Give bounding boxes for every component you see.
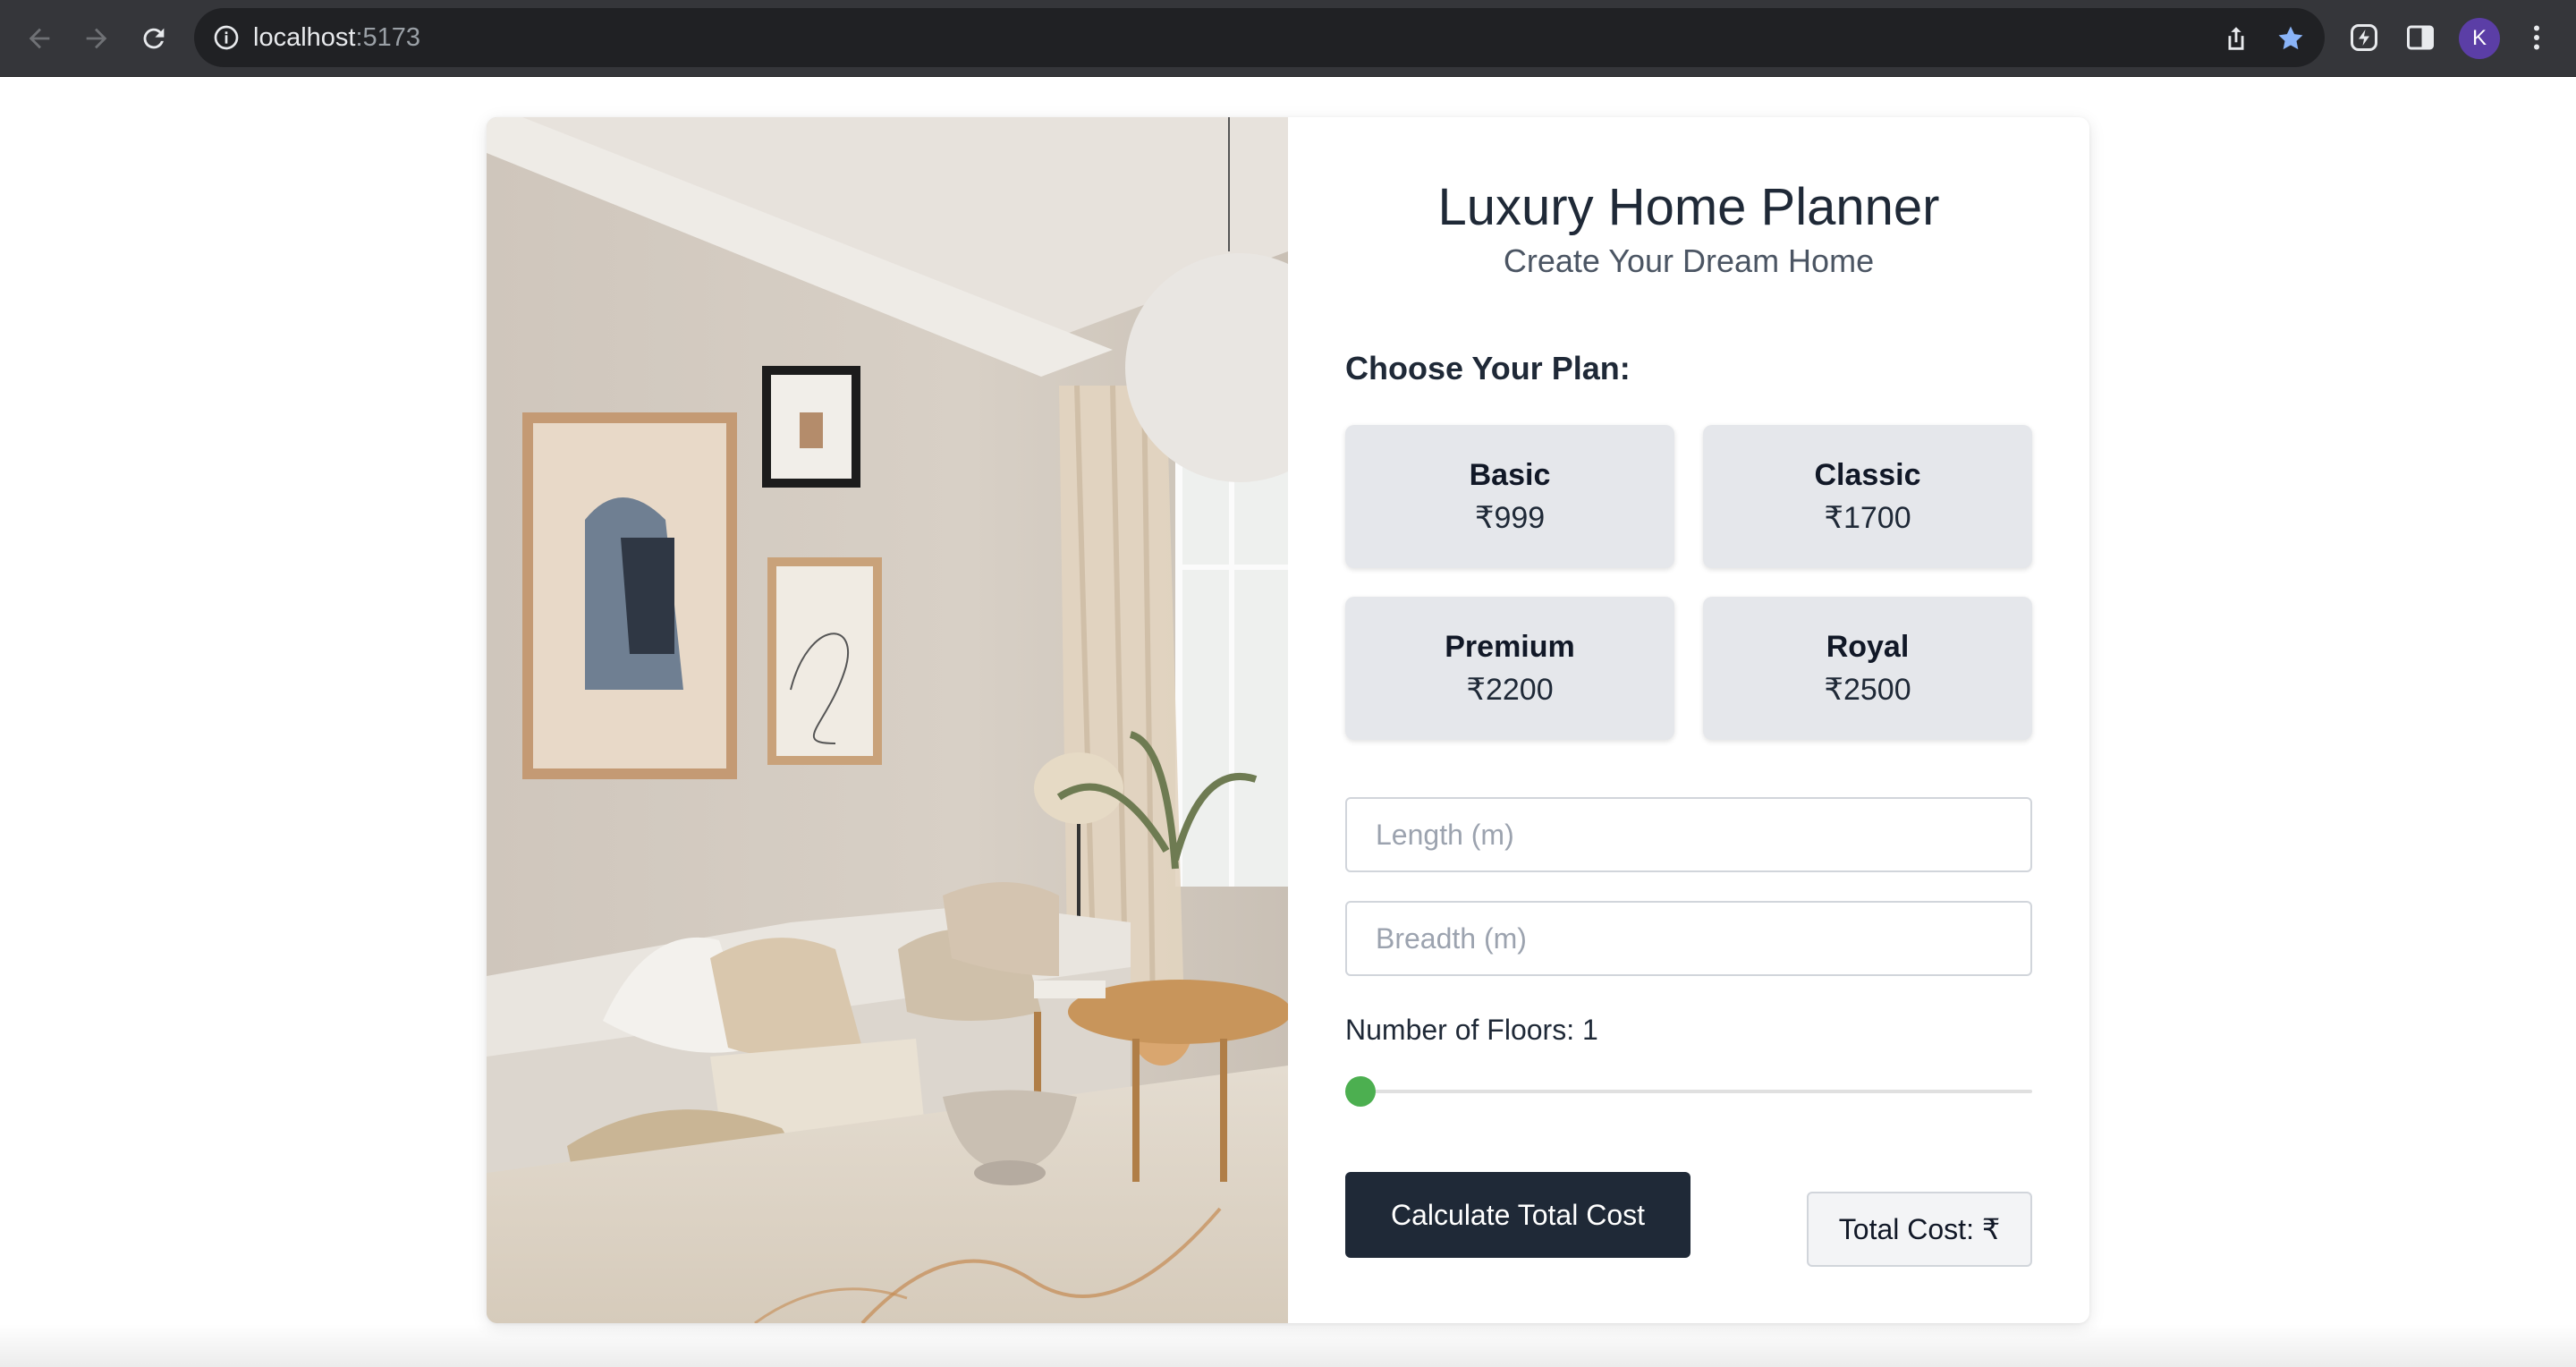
browser-toolbar: localhost:5173 K — [0, 0, 2576, 77]
plan-card-premium[interactable]: Premium ₹2200 — [1345, 597, 1674, 740]
forward-arrow-icon[interactable] — [76, 18, 117, 59]
side-panel-icon[interactable] — [2404, 21, 2436, 54]
profile-avatar[interactable]: K — [2459, 18, 2500, 59]
address-bar[interactable]: localhost:5173 — [194, 8, 2325, 67]
plan-name: Royal — [1826, 630, 1910, 664]
back-arrow-icon[interactable] — [19, 18, 60, 59]
planner-panel: Luxury Home Planner Create Your Dream Ho… — [1288, 117, 2089, 1323]
living-room-image — [487, 117, 1288, 1323]
page-bottom-shadow — [0, 1324, 2576, 1367]
calculate-total-cost-button[interactable]: Calculate Total Cost — [1345, 1172, 1690, 1258]
plan-name: Classic — [1814, 458, 1921, 492]
star-icon[interactable] — [2275, 23, 2306, 54]
length-input[interactable] — [1345, 797, 2032, 872]
share-icon[interactable] — [2221, 23, 2251, 54]
floors-slider-track[interactable] — [1345, 1090, 2032, 1093]
extension-icon[interactable] — [2348, 21, 2380, 54]
plan-card-basic[interactable]: Basic ₹999 — [1345, 425, 1674, 568]
plan-card-classic[interactable]: Classic ₹1700 — [1703, 425, 2032, 568]
plan-card-royal[interactable]: Royal ₹2500 — [1703, 597, 2032, 740]
plan-name: Basic — [1469, 458, 1551, 492]
plan-heading: Choose Your Plan: — [1345, 350, 1631, 386]
total-cost-display: Total Cost: ₹ — [1807, 1192, 2032, 1267]
floors-label: Number of Floors: 1 — [1345, 1014, 1598, 1046]
plan-name: Premium — [1445, 630, 1575, 664]
breadth-input[interactable] — [1345, 901, 2032, 976]
plan-price: ₹2200 — [1466, 673, 1554, 707]
floors-slider-thumb[interactable] — [1345, 1076, 1376, 1107]
info-icon[interactable] — [212, 23, 241, 52]
page-subtitle: Create Your Dream Home — [1503, 242, 1875, 279]
planner-card: Luxury Home Planner Create Your Dream Ho… — [487, 117, 2089, 1323]
reload-icon[interactable] — [133, 18, 174, 59]
url-text: localhost:5173 — [253, 23, 421, 52]
plan-price: ₹999 — [1474, 501, 1546, 535]
page-title: Luxury Home Planner — [1437, 178, 1940, 236]
plan-price: ₹2500 — [1824, 673, 1911, 707]
more-menu-icon[interactable] — [2521, 21, 2553, 54]
plan-price: ₹1700 — [1824, 501, 1911, 535]
